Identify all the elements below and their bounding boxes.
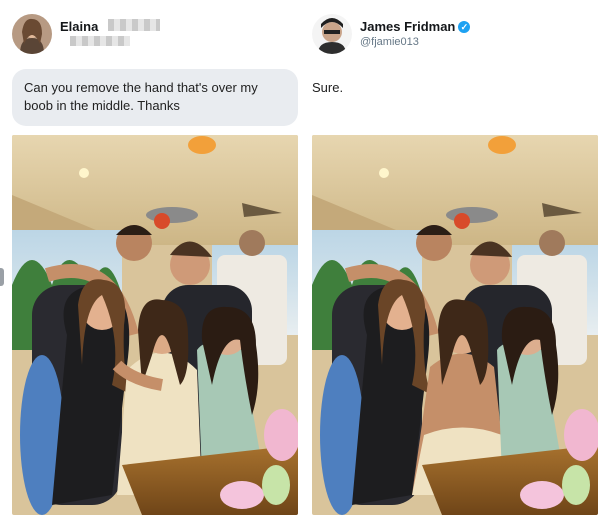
verified-check-icon: ✓ — [458, 21, 471, 33]
message-bubble: Can you remove the hand that's over my b… — [12, 69, 298, 126]
redacted-handle — [70, 36, 130, 46]
user-name[interactable]: James Fridman ✓ — [360, 19, 471, 34]
edited-photo[interactable] — [312, 135, 598, 515]
avatar[interactable] — [312, 14, 352, 54]
original-photo[interactable] — [12, 135, 298, 515]
left-tweet: Elaina Can you remove the hand that's ov… — [0, 0, 300, 516]
reply-text: Sure. — [312, 80, 344, 95]
scroll-indicator — [0, 268, 4, 286]
user-name[interactable]: Elaina — [60, 19, 98, 34]
avatar[interactable] — [12, 14, 52, 54]
redacted-name — [108, 19, 160, 31]
right-tweet: James Fridman ✓ @fjamie013 Sure. — [300, 0, 600, 516]
user-handle[interactable]: @fjamie013 — [360, 36, 419, 48]
user-name-text: James Fridman — [360, 19, 456, 34]
